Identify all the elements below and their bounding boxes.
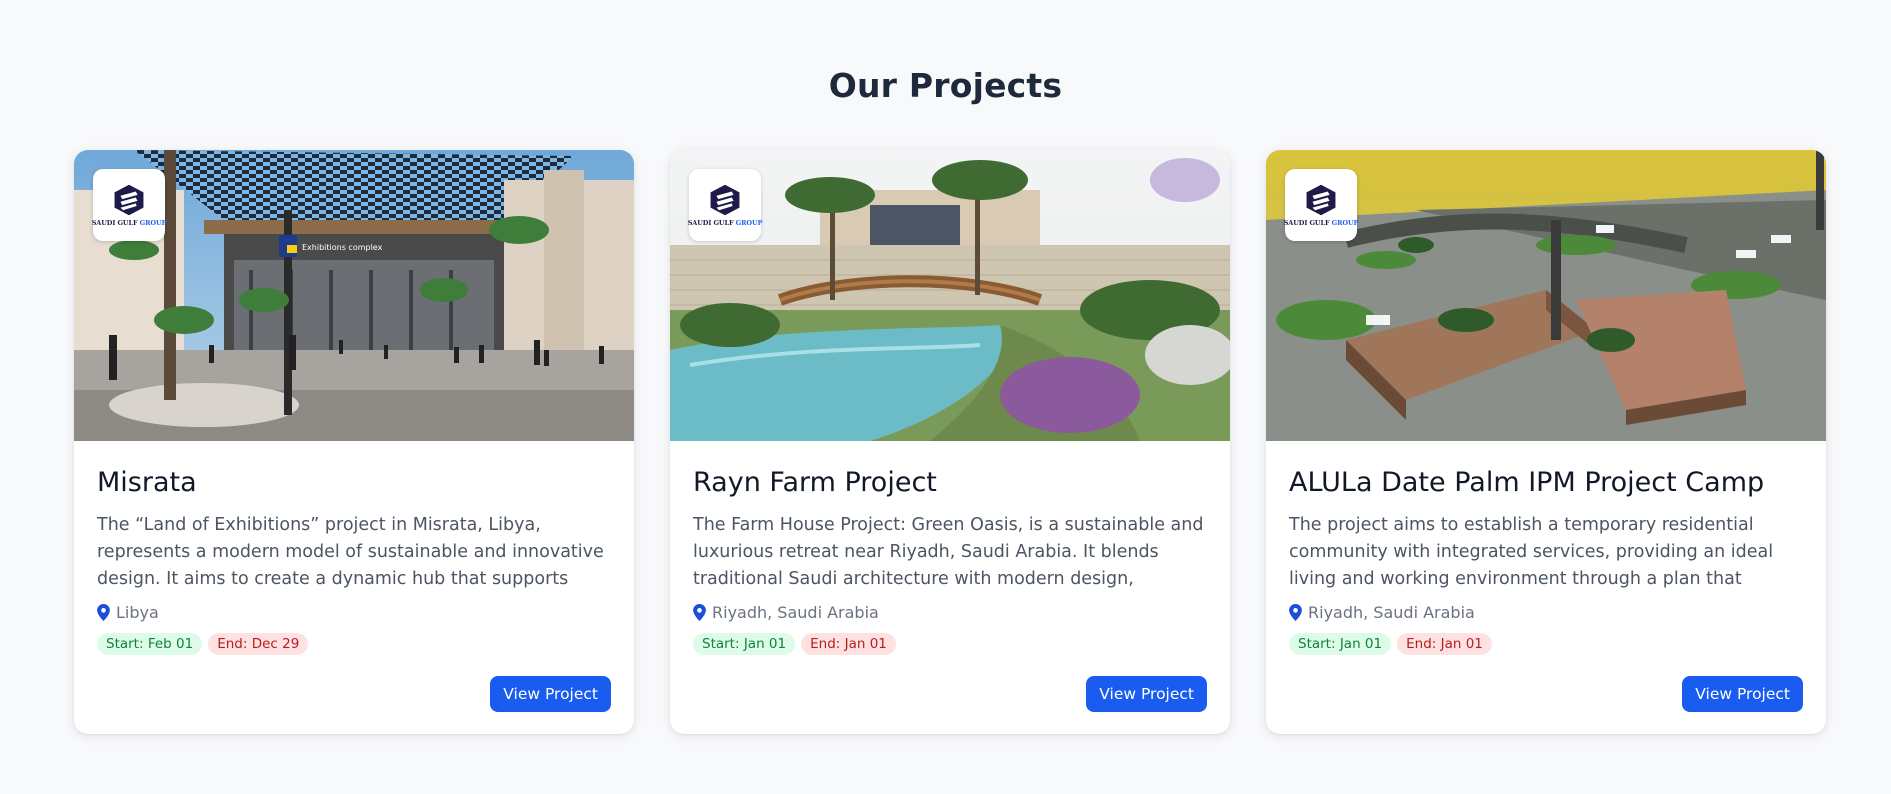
start-date-badge: Start: Jan 01 bbox=[693, 633, 796, 655]
project-title[interactable]: ALULa Date Palm IPM Project Camp bbox=[1289, 467, 1803, 498]
project-image[interactable]: Exhibitions complex SAUDI GULF GROUP bbox=[74, 150, 634, 441]
image-sign-text: Exhibitions complex bbox=[302, 243, 383, 252]
project-description: The project aims to establish a temporar… bbox=[1289, 515, 1774, 589]
company-logo-text: SAUDI GULF GROUP bbox=[91, 219, 167, 227]
project-dates: Start: Jan 01 End: Jan 01 bbox=[693, 633, 1207, 655]
company-logo: SAUDI GULF GROUP bbox=[91, 169, 167, 241]
end-date-badge: End: Dec 29 bbox=[208, 633, 309, 655]
start-date-badge: Start: Feb 01 bbox=[97, 633, 203, 655]
project-card-misrata: Exhibitions complex SAUDI GULF GROUP Mis… bbox=[74, 150, 634, 734]
end-date-badge: End: Jan 01 bbox=[801, 633, 896, 655]
start-date-badge: Start: Jan 01 bbox=[1289, 633, 1392, 655]
project-location: Libya bbox=[97, 603, 611, 622]
project-title[interactable]: Misrata bbox=[97, 467, 611, 498]
project-dates: Start: Jan 01 End: Jan 01 bbox=[1289, 633, 1803, 655]
project-location: Riyadh, Saudi Arabia bbox=[1289, 603, 1803, 622]
view-project-button[interactable]: View Project bbox=[1086, 676, 1207, 712]
company-logo: SAUDI GULF GROUP bbox=[687, 169, 763, 241]
view-project-button[interactable]: View Project bbox=[1682, 676, 1803, 712]
section-title: Our Projects bbox=[828, 66, 1063, 105]
company-logo-text: SAUDI GULF GROUP bbox=[687, 219, 763, 227]
company-logo-icon bbox=[710, 184, 740, 216]
project-location-text: Libya bbox=[116, 603, 159, 622]
project-description: The Farm House Project: Green Oasis, is … bbox=[693, 515, 1204, 589]
end-date-badge: End: Jan 01 bbox=[1397, 633, 1492, 655]
project-description: The “Land of Exhibitions” project in Mis… bbox=[97, 515, 604, 589]
location-pin-icon bbox=[693, 604, 706, 621]
project-location-text: Riyadh, Saudi Arabia bbox=[1308, 603, 1475, 622]
project-card-rayn-farm: SAUDI GULF GROUP Rayn Farm Project The F… bbox=[670, 150, 1230, 734]
company-logo-text: SAUDI GULF GROUP bbox=[1283, 219, 1359, 227]
project-image[interactable]: SAUDI GULF GROUP bbox=[1266, 150, 1826, 441]
project-image[interactable]: SAUDI GULF GROUP bbox=[670, 150, 1230, 441]
company-logo: SAUDI GULF GROUP bbox=[1283, 169, 1359, 241]
company-logo-icon bbox=[1306, 184, 1336, 216]
location-pin-icon bbox=[97, 604, 110, 621]
view-project-button[interactable]: View Project bbox=[490, 676, 611, 712]
project-card-alula: SAUDI GULF GROUP ALULa Date Palm IPM Pro… bbox=[1266, 150, 1826, 734]
project-dates: Start: Feb 01 End: Dec 29 bbox=[97, 633, 611, 655]
projects-grid: Exhibitions complex SAUDI GULF GROUP Mis… bbox=[74, 150, 1826, 734]
location-pin-icon bbox=[1289, 604, 1302, 621]
project-location: Riyadh, Saudi Arabia bbox=[693, 603, 1207, 622]
project-title[interactable]: Rayn Farm Project bbox=[693, 467, 1207, 498]
company-logo-icon bbox=[114, 184, 144, 216]
project-location-text: Riyadh, Saudi Arabia bbox=[712, 603, 879, 622]
